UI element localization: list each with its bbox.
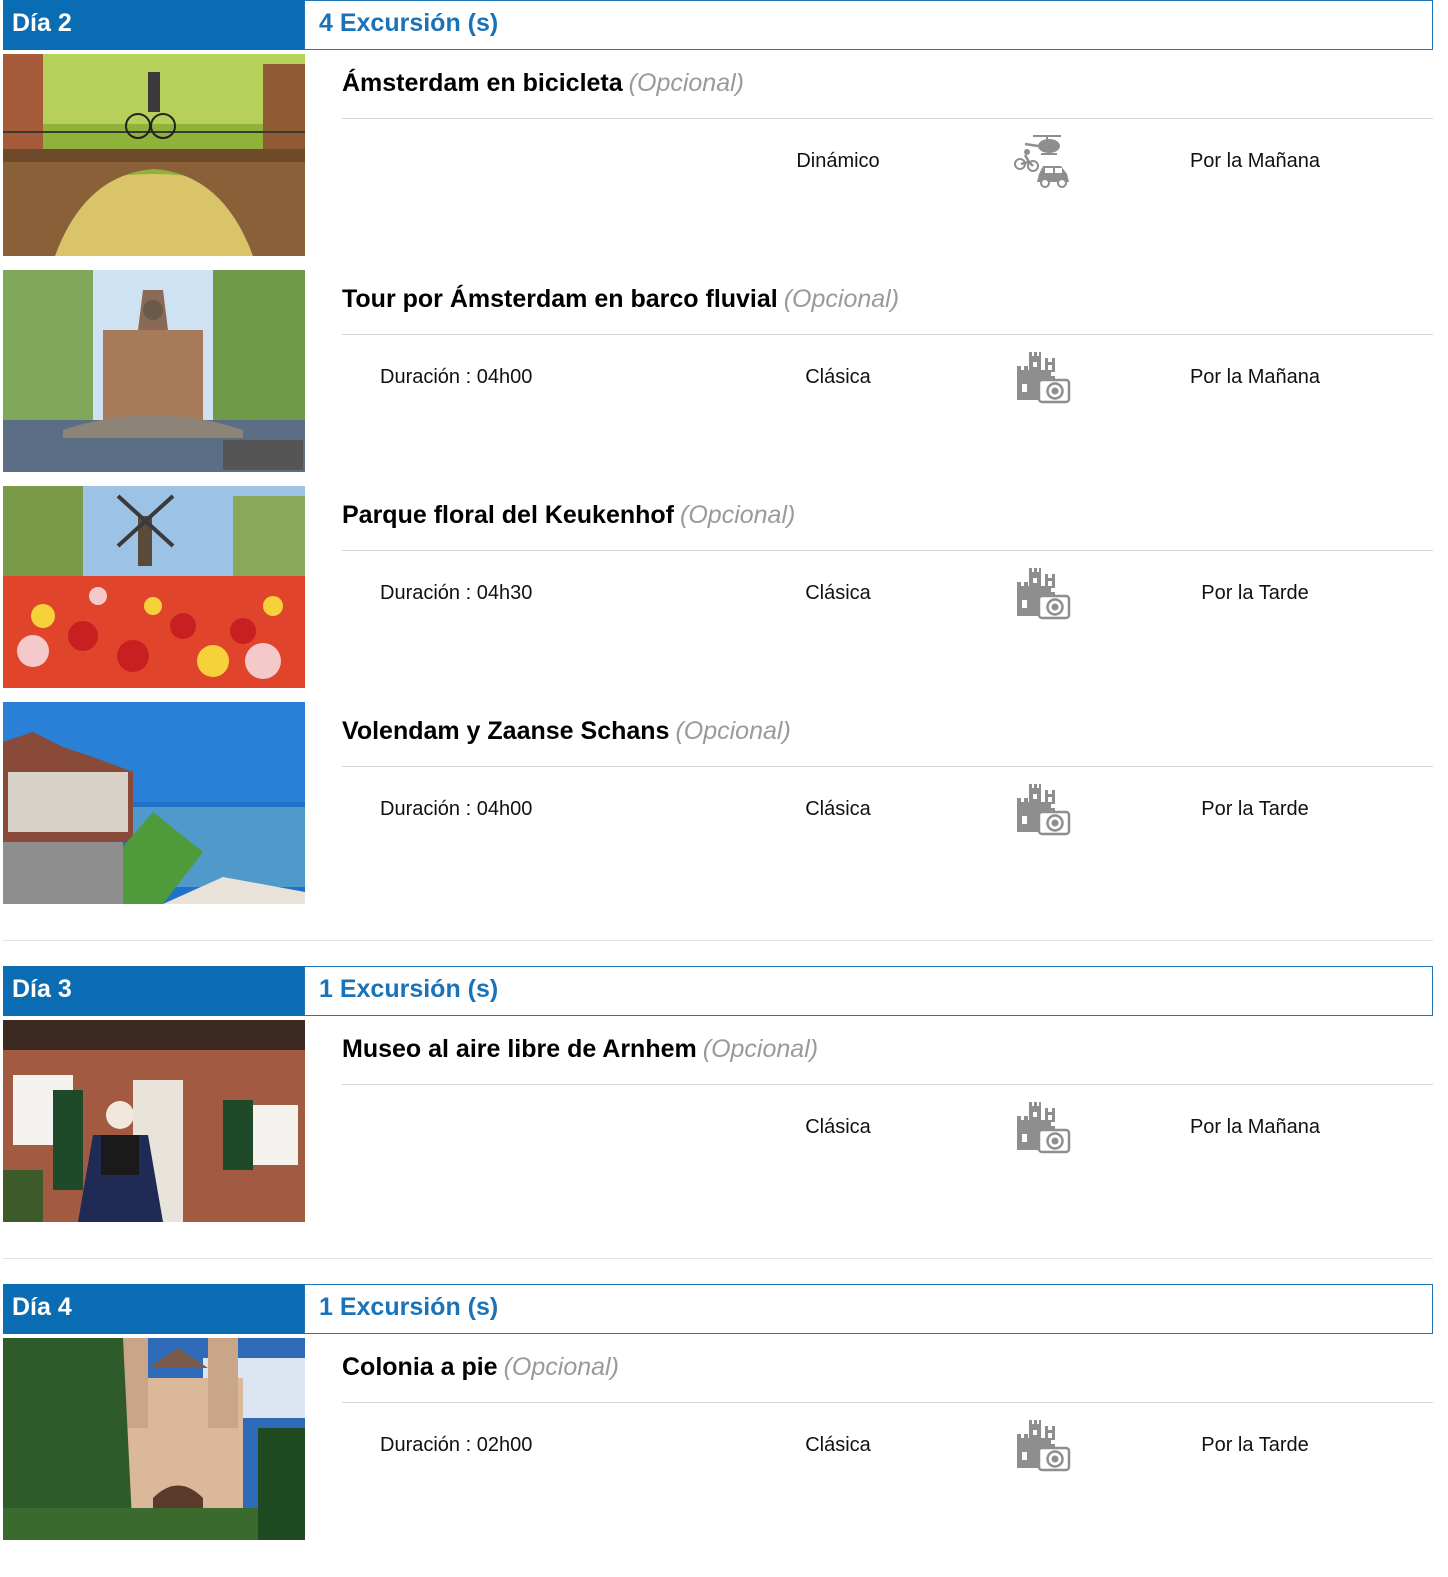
day-header: Día 4 1 Excursión (s) bbox=[3, 1284, 1433, 1334]
excursion-item[interactable]: Colonia a pie (Opcional) Duración : 02h00… bbox=[3, 1338, 1433, 1540]
excursion-style: Clásica bbox=[805, 1434, 871, 1456]
day-header: Día 2 4 Excursión (s) bbox=[3, 0, 1433, 50]
excursion-style: Clásica bbox=[805, 1116, 871, 1138]
excursion-count: 1 Excursión (s) bbox=[304, 966, 1433, 1016]
excursion-title[interactable]: Colonia a pie bbox=[342, 1353, 498, 1381]
excursion-photo[interactable] bbox=[3, 702, 305, 904]
excursion-style: Dinámico bbox=[796, 150, 880, 172]
excursion-count: 4 Excursión (s) bbox=[304, 0, 1433, 50]
optional-label: (Opcional) bbox=[702, 1035, 819, 1063]
excursion-duration: Duración : 02h00 bbox=[380, 1434, 533, 1456]
castle-camera-icon bbox=[1011, 348, 1073, 406]
section-divider bbox=[3, 940, 1433, 941]
excursion-title-row: Ámsterdam en bicicleta (Opcional) bbox=[342, 69, 1433, 119]
excursion-photo[interactable] bbox=[3, 1338, 305, 1540]
excursion-style: Clásica bbox=[805, 798, 871, 820]
day-label: Día 2 bbox=[3, 0, 304, 50]
excursion-photo[interactable] bbox=[3, 486, 305, 688]
excursion-title[interactable]: Ámsterdam en bicicleta bbox=[342, 69, 623, 97]
excursion-photo[interactable] bbox=[3, 54, 305, 256]
day-section: Día 3 1 Excursión (s) Museo al aire libr… bbox=[3, 966, 1433, 1222]
excursion-title-row: Museo al aire libre de Arnhem (Opcional) bbox=[342, 1035, 1433, 1085]
excursion-item[interactable]: Parque floral del Keukenhof (Opcional) Du… bbox=[3, 486, 1433, 688]
excursion-time: Por la Tarde bbox=[1201, 798, 1309, 820]
optional-label: (Opcional) bbox=[675, 717, 791, 745]
day-label: Día 4 bbox=[3, 1284, 304, 1334]
excursion-time: Por la Tarde bbox=[1201, 1434, 1309, 1456]
excursion-title[interactable]: Museo al aire libre de Arnhem bbox=[342, 1035, 697, 1063]
bike-helicopter-car-icon bbox=[1011, 132, 1073, 190]
day-label: Día 3 bbox=[3, 966, 304, 1016]
excursion-time: Por la Mañana bbox=[1189, 366, 1321, 388]
excursion-photo[interactable] bbox=[3, 270, 305, 472]
day-section: Día 2 4 Excursión (s) Ámsterdam en bicic… bbox=[3, 0, 1433, 904]
optional-label: (Opcional) bbox=[783, 285, 900, 313]
excursion-time: Por la Tarde bbox=[1201, 582, 1309, 604]
excursion-title-row: Colonia a pie (Opcional) bbox=[342, 1353, 1433, 1403]
excursion-duration: Duración : 04h00 bbox=[380, 366, 533, 388]
excursion-time: Por la Mañana bbox=[1189, 150, 1321, 172]
castle-camera-icon bbox=[1011, 1416, 1073, 1474]
excursion-style: Clásica bbox=[805, 582, 871, 604]
castle-camera-icon bbox=[1011, 780, 1073, 838]
excursion-photo[interactable] bbox=[3, 1020, 305, 1222]
excursion-item[interactable]: Tour por Ámsterdam en barco fluvial (Opci… bbox=[3, 270, 1433, 472]
excursion-title[interactable]: Parque floral del Keukenhof bbox=[342, 501, 674, 529]
excursion-title[interactable]: Volendam y Zaanse Schans bbox=[342, 717, 669, 745]
excursion-title-row: Tour por Ámsterdam en barco fluvial (Opci… bbox=[342, 285, 1433, 335]
castle-camera-icon bbox=[1011, 1098, 1073, 1156]
optional-label: (Opcional) bbox=[680, 501, 796, 529]
excursion-style: Clásica bbox=[805, 366, 871, 388]
excursion-duration: Duración : 04h00 bbox=[380, 798, 533, 820]
optional-label: (Opcional) bbox=[628, 69, 744, 97]
excursion-title[interactable]: Tour por Ámsterdam en barco fluvial bbox=[342, 285, 778, 313]
excursion-item[interactable]: Volendam y Zaanse Schans (Opcional) Durac… bbox=[3, 702, 1433, 904]
excursion-title-row: Parque floral del Keukenhof (Opcional) bbox=[342, 501, 1433, 551]
excursion-title-row: Volendam y Zaanse Schans (Opcional) bbox=[342, 717, 1433, 767]
castle-camera-icon bbox=[1011, 564, 1073, 622]
excursion-time: Por la Mañana bbox=[1189, 1116, 1321, 1138]
optional-label: (Opcional) bbox=[503, 1353, 619, 1381]
day-section: Día 4 1 Excursión (s) Colonia a pie (Opci… bbox=[3, 1284, 1433, 1540]
section-divider bbox=[3, 1258, 1433, 1259]
day-header: Día 3 1 Excursión (s) bbox=[3, 966, 1433, 1016]
excursion-item[interactable]: Museo al aire libre de Arnhem (Opcional) … bbox=[3, 1020, 1433, 1222]
excursion-count: 1 Excursión (s) bbox=[304, 1284, 1433, 1334]
excursion-duration: Duración : 04h30 bbox=[380, 582, 533, 604]
excursion-item[interactable]: Ámsterdam en bicicleta (Opcional) Dinámic… bbox=[3, 54, 1433, 256]
